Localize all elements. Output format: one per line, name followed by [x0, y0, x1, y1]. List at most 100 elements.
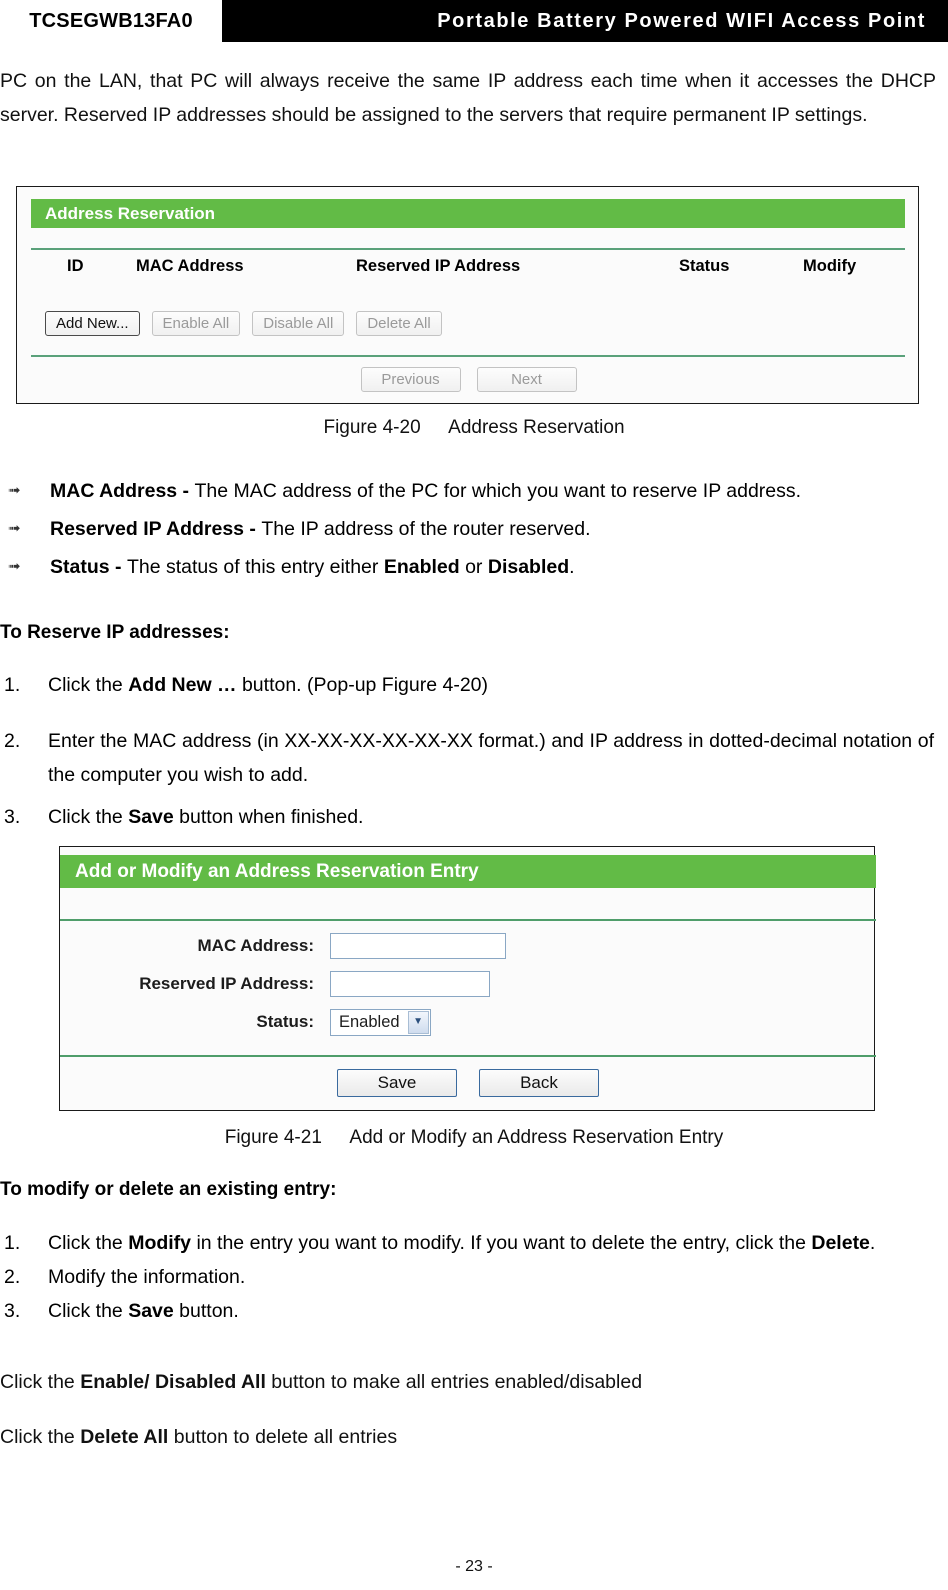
form-row-reserved-ip: Reserved IP Address:: [60, 967, 876, 1001]
closing-paragraph-enable-disable-all: Click the Enable/ Disabled All button to…: [0, 1365, 948, 1399]
column-header-mac-address: MAC Address: [136, 257, 244, 275]
step-number: 3.: [4, 806, 21, 828]
step-text-mid: button.: [173, 1300, 239, 1322]
figure-caption-4-21-label: Figure 4-21: [224, 1127, 322, 1148]
definition-reserved-ip-address: ➟ Reserved IP Address - The IP address o…: [0, 512, 948, 546]
closing-text-before: Click the: [0, 1426, 81, 1448]
reservation-action-buttons: Add New... Enable All Disable All Delete…: [45, 311, 442, 336]
figure-caption-4-20-label: Figure 4-20: [323, 417, 421, 438]
intro-paragraph: PC on the LAN, that PC will always recei…: [0, 70, 936, 126]
step-text-before: Click the: [48, 806, 129, 828]
next-button[interactable]: Next: [476, 367, 577, 392]
definition-mac-address: ➟ MAC Address - The MAC address of the P…: [0, 474, 948, 508]
step-bold-add-new: Add New …: [128, 674, 237, 696]
definition-term-status: Status -: [50, 556, 127, 578]
step-number: 1.: [4, 674, 21, 696]
step-bold-save: Save: [128, 806, 174, 828]
figure-caption-4-21-text: Add or Modify an Address Reservation Ent…: [349, 1127, 724, 1148]
label-status: Status:: [256, 1012, 314, 1031]
heading-to-reserve-ip: To Reserve IP addresses:: [0, 622, 230, 643]
form-row-status: Status: Enabled ▼: [60, 1005, 876, 1039]
header-model-box: TCSEGWB13FA0: [0, 0, 222, 42]
figure-caption-4-21: Figure 4-21 Add or Modify an Address Res…: [0, 1127, 948, 1149]
modify-step-3: 3. Click the Save button.: [0, 1294, 948, 1328]
heading-to-modify-or-delete: To modify or delete an existing entry:: [0, 1179, 337, 1200]
status-select-value: Enabled: [339, 1012, 400, 1031]
step-number: 3.: [4, 1300, 21, 1322]
step-text-after: .: [869, 1232, 876, 1254]
reservation-pager-buttons: Previous Next: [17, 367, 920, 392]
definition-status-mid: or: [459, 556, 488, 578]
header-model-name: TCSEGWB13FA0: [29, 9, 193, 32]
step-text-after: button when finished.: [173, 806, 364, 828]
figure-caption-4-20-text: Address Reservation: [448, 417, 625, 438]
definition-list: ➟ MAC Address - The MAC address of the P…: [0, 474, 948, 588]
modify-steps-list: 1. Click the Modify in the entry you wan…: [0, 1226, 948, 1328]
step-text-after: button. (Pop-up Figure 4-20): [236, 674, 489, 696]
closing-bold-delete-all: Delete All: [80, 1426, 169, 1448]
definition-desc-reserved-ip: The IP address of the router reserved.: [261, 518, 591, 540]
add-new-button[interactable]: Add New...: [45, 311, 140, 336]
step-bold-delete: Delete: [811, 1232, 870, 1254]
panel-divider-bottom: [31, 355, 905, 357]
bullet-arrow-icon: ➟: [8, 558, 21, 575]
header-product-title: Portable Battery Powered WIFI Access Poi…: [437, 10, 926, 32]
enable-all-button[interactable]: Enable All: [151, 311, 241, 336]
step-text-before: Click the: [48, 1232, 129, 1254]
definition-status-disabled: Disabled: [487, 556, 570, 578]
reserve-steps-list: 1. Click the Add New … button. (Pop-up F…: [0, 668, 948, 834]
step-number: 2.: [4, 730, 21, 752]
closing-text-after: button to make all entries enabled/disab…: [265, 1371, 643, 1393]
previous-button[interactable]: Previous: [360, 367, 461, 392]
step-number: 2.: [4, 1266, 21, 1288]
disable-all-button[interactable]: Disable All: [252, 311, 345, 336]
definition-desc-mac-address: The MAC address of the PC for which you …: [194, 480, 802, 502]
column-header-id: ID: [67, 257, 84, 275]
reserved-ip-input[interactable]: [330, 971, 490, 997]
panel-title-address-reservation: Address Reservation: [31, 199, 905, 228]
modify-step-1: 1. Click the Modify in the entry you wan…: [0, 1226, 948, 1260]
bullet-arrow-icon: ➟: [8, 482, 21, 499]
step-bold-save: Save: [128, 1300, 174, 1322]
page-header: TCSEGWB13FA0 Portable Battery Powered WI…: [0, 0, 948, 42]
delete-all-button[interactable]: Delete All: [356, 311, 442, 336]
chevron-down-icon: ▼: [407, 1010, 429, 1034]
reservation-table-header: ID MAC Address Reserved IP Address Statu…: [31, 257, 905, 283]
form-divider-bottom: [60, 1055, 876, 1057]
back-button[interactable]: Back: [479, 1069, 599, 1097]
mac-address-input[interactable]: [330, 933, 506, 959]
definition-term-mac-address: MAC Address -: [50, 480, 195, 502]
step-number: 1.: [4, 1232, 21, 1254]
figure-address-reservation: Address Reservation ID MAC Address Reser…: [16, 186, 919, 404]
step-text-before: Enter the MAC address (in XX-XX-XX-XX-XX…: [48, 730, 934, 786]
form-divider-top: [60, 919, 876, 921]
address-reservation-form: MAC Address: Reserved IP Address: Status…: [60, 929, 876, 1043]
status-select[interactable]: Enabled ▼: [330, 1008, 431, 1036]
definition-status-after: .: [569, 556, 575, 578]
label-reserved-ip-address: Reserved IP Address:: [139, 974, 314, 993]
reserve-step-1: 1. Click the Add New … button. (Pop-up F…: [0, 668, 948, 702]
reserve-step-3: 3. Click the Save button when finished.: [0, 800, 948, 834]
form-action-buttons: Save Back: [60, 1069, 876, 1097]
page-number: - 23 -: [455, 1558, 493, 1575]
step-text-mid: in the entry you want to modify. If you …: [191, 1232, 812, 1254]
step-text-before: Click the: [48, 674, 129, 696]
step-bold-modify: Modify: [128, 1232, 192, 1254]
closing-bold-enable-disabled-all: Enable/ Disabled All: [80, 1371, 266, 1393]
column-header-reserved-ip: Reserved IP Address: [356, 257, 521, 275]
panel-title-add-modify: Add or Modify an Address Reservation Ent…: [60, 855, 876, 888]
closing-text-before: Click the: [0, 1371, 81, 1393]
step-text-before: Click the: [48, 1300, 129, 1322]
definition-status: ➟ Status - The status of this entry eith…: [0, 550, 948, 584]
closing-text-after: button to delete all entries: [168, 1426, 398, 1448]
definition-term-reserved-ip: Reserved IP Address -: [50, 518, 262, 540]
reserve-step-2: 2. Enter the MAC address (in XX-XX-XX-XX…: [0, 724, 948, 792]
definition-desc-status-before: The status of this entry either: [126, 556, 384, 578]
form-row-mac-address: MAC Address:: [60, 929, 876, 963]
bullet-arrow-icon: ➟: [8, 520, 21, 537]
figure-caption-4-20: Figure 4-20 Address Reservation: [0, 417, 948, 439]
definition-status-enabled: Enabled: [383, 556, 460, 578]
save-button[interactable]: Save: [337, 1069, 457, 1097]
step-text-before: Modify the information.: [48, 1266, 246, 1288]
modify-step-2: 2. Modify the information.: [0, 1260, 948, 1294]
